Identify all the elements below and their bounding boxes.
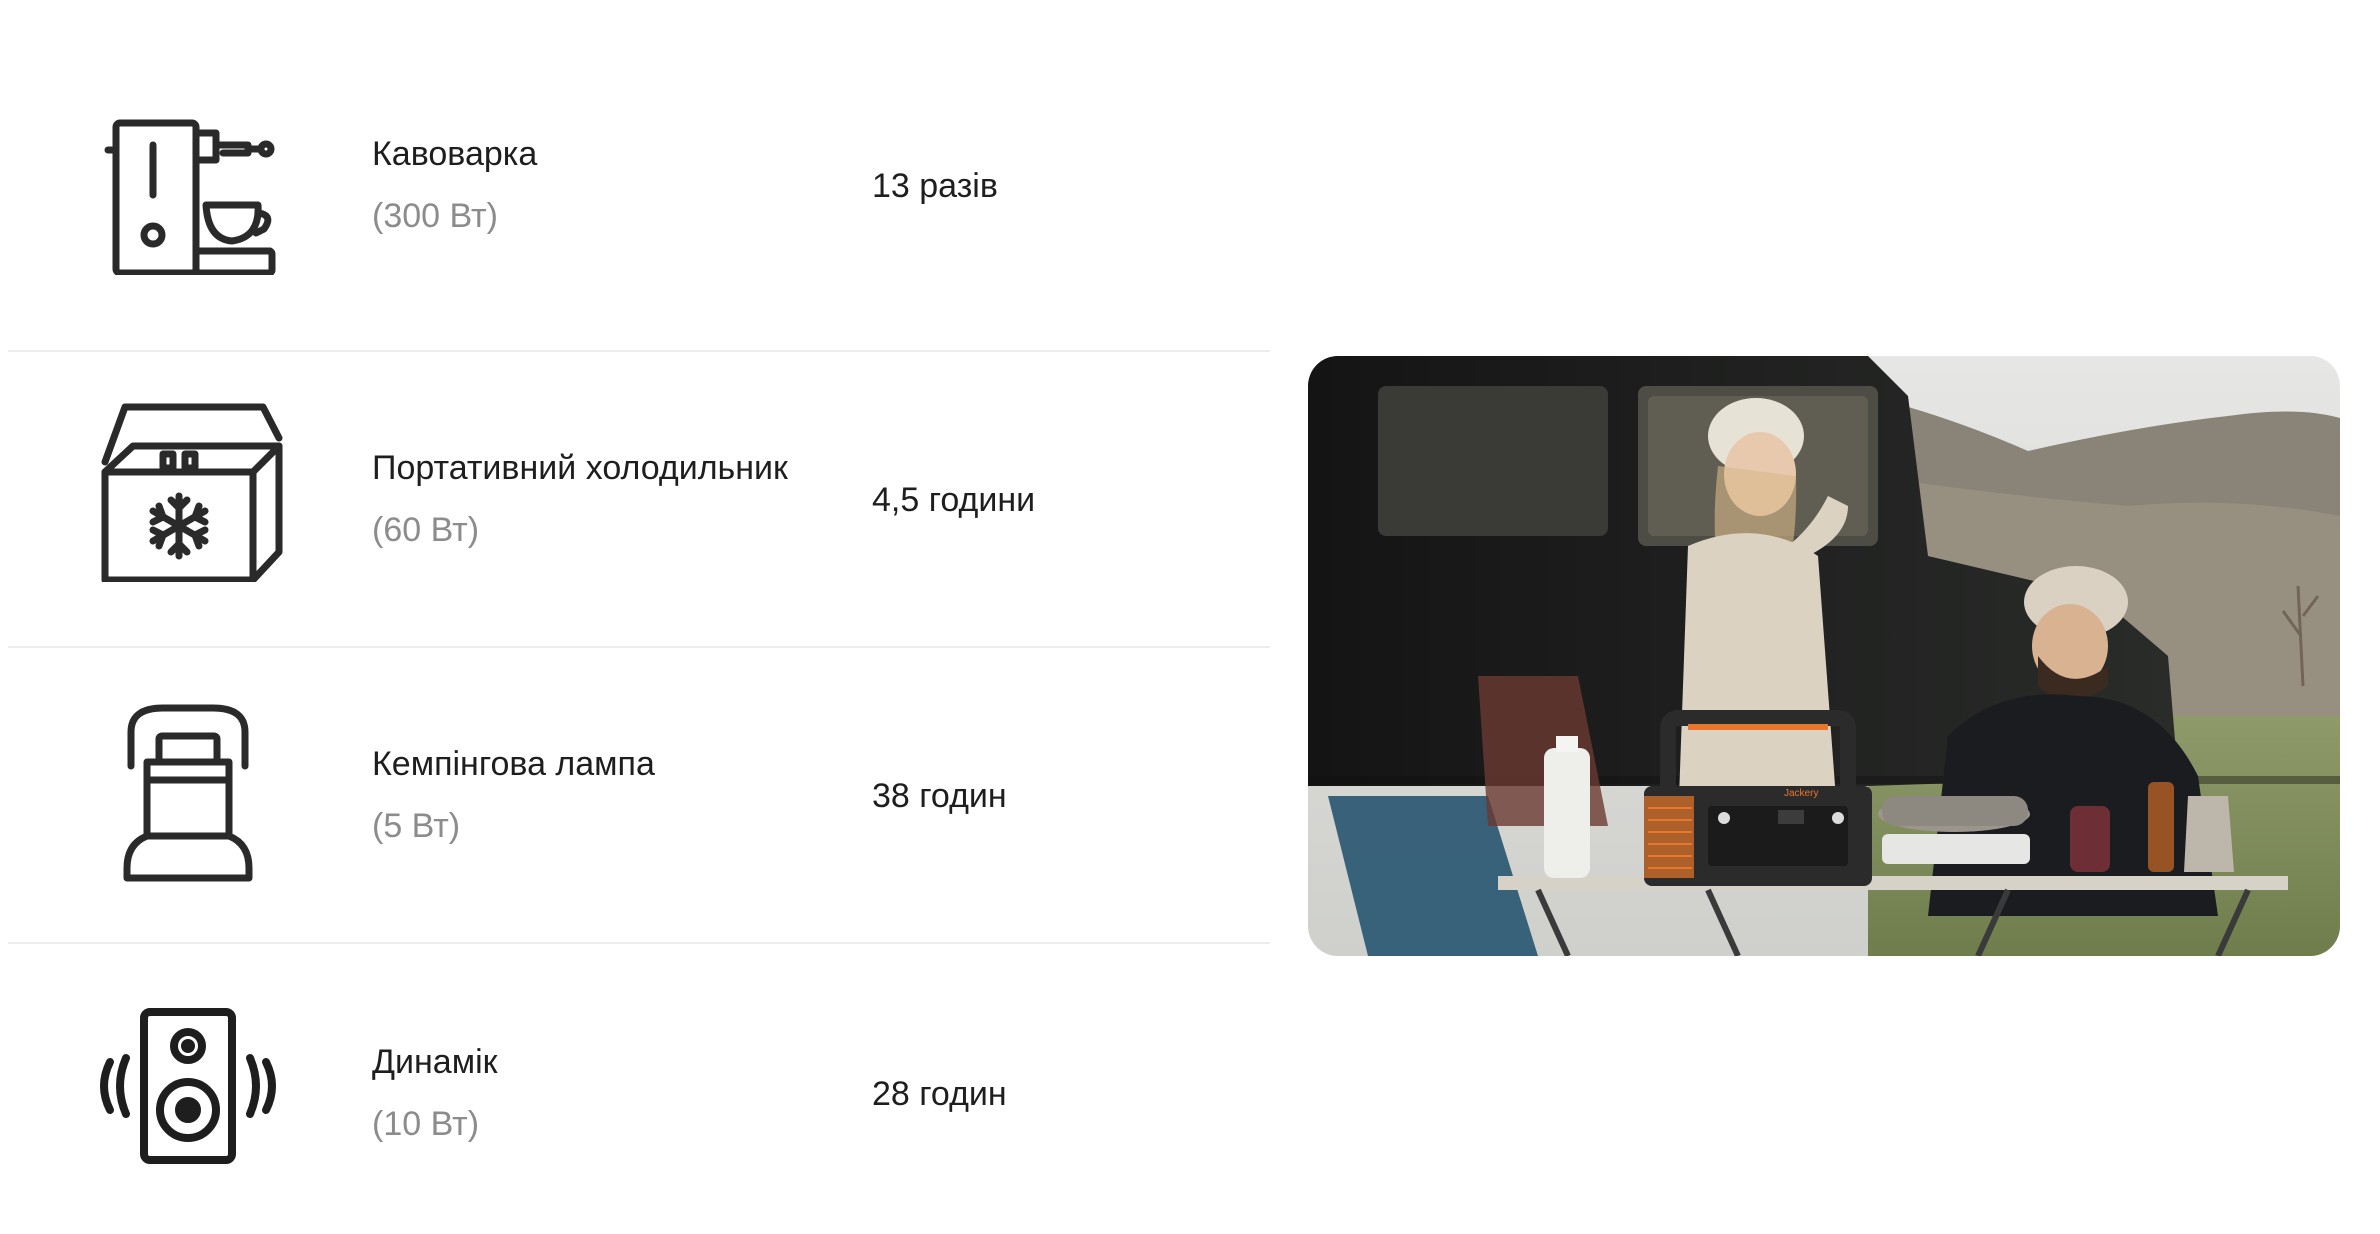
camping-photo: Jackery [1308,356,2340,956]
row-divider [8,942,1270,944]
row-divider [8,350,1270,352]
appliance-name: Кавоварка [372,135,538,173]
appliance-runtime: 13 разів [872,167,998,205]
appliance-power: (300 Вт) [372,197,498,235]
appliance-runtime: 4,5 години [872,481,1036,519]
appliance-runtime: 38 годин [872,777,1007,815]
row-divider [8,646,1270,648]
speaker-icon [88,986,288,1186]
device-brand-label: Jackery [1784,788,1818,799]
appliance-power: (5 Вт) [372,807,461,845]
appliance-runtime: 28 годин [872,1075,1007,1113]
appliance-power: (60 Вт) [372,511,480,549]
list-item: Портативний холодильник (60 Вт) 4,5 годи… [8,352,1270,648]
coffee-maker-icon [88,90,288,290]
appliance-power: (10 Вт) [372,1105,480,1143]
portable-fridge-icon [88,392,288,592]
appliance-name: Портативний холодильник [372,449,788,487]
list-item: Динамік (10 Вт) 28 годин [8,944,1270,1234]
appliance-name: Динамік [372,1043,498,1081]
appliance-name: Кемпінгова лампа [372,745,655,783]
list-item: Кемпінгова лампа (5 Вт) 38 годин [8,648,1270,944]
list-item: Кавоварка (300 Вт) 13 разів [8,0,1270,352]
camping-lamp-icon [88,692,288,892]
